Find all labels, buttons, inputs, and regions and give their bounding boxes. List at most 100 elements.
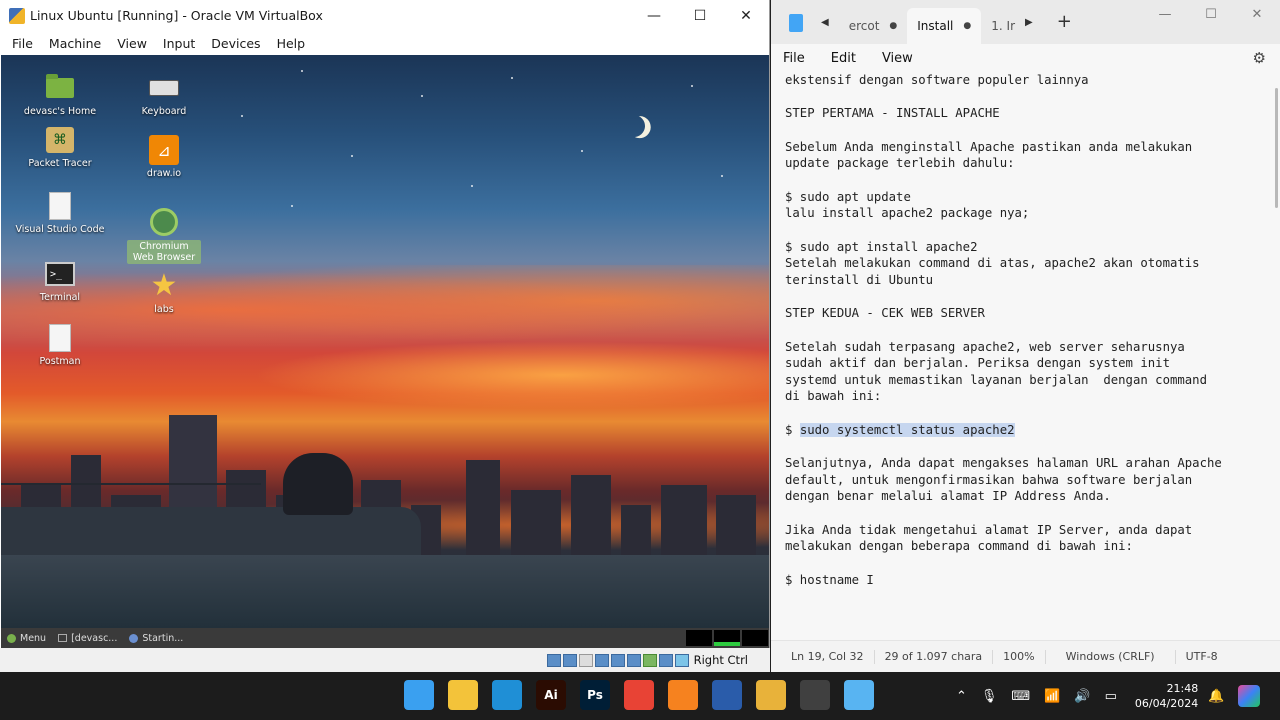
folder-icon: [46, 74, 74, 98]
maximize-button[interactable]: ☐: [677, 0, 723, 31]
menu-input[interactable]: Input: [155, 36, 203, 51]
line-ending[interactable]: Windows (CRLF): [1046, 649, 1176, 664]
tab-scroll-left-icon[interactable]: ◀: [821, 17, 829, 28]
text-line: [785, 505, 1270, 522]
workspace-switcher[interactable]: [686, 630, 712, 646]
tab-install[interactable]: Install ●: [907, 8, 982, 44]
virtualbox-app-icon: [9, 7, 25, 24]
display-icon[interactable]: [642, 653, 657, 667]
settings-gear-icon[interactable]: ⚙: [1253, 49, 1266, 67]
text-line: di bawah ini:: [785, 389, 882, 404]
copilot-icon[interactable]: [1238, 685, 1261, 707]
tab-1[interactable]: 1. Ir: [981, 8, 1025, 44]
microphone-icon[interactable]: 🎙: [981, 689, 998, 704]
edge-icon[interactable]: [492, 680, 522, 710]
menu-devices[interactable]: Devices: [203, 36, 268, 51]
encoding[interactable]: UTF-8: [1176, 650, 1228, 664]
virtualbox-menubar: File Machine View Input Devices Help: [0, 31, 769, 55]
obs-icon[interactable]: [800, 680, 830, 710]
virtualbox-statusbar: Right Ctrl: [0, 648, 770, 672]
desktop-icon-chromium[interactable]: Chromium Web Browser: [119, 207, 209, 264]
network-icon[interactable]: [594, 653, 609, 667]
wifi-icon[interactable]: 📶: [1044, 689, 1060, 704]
desktop-icon-vscode[interactable]: Visual Studio Code: [15, 191, 105, 235]
desktop-icon-labs[interactable]: ★ labs: [119, 271, 209, 316]
text-line: terinstall di Ubuntu: [785, 272, 934, 287]
guest-task-starting[interactable]: Startin...: [123, 633, 189, 644]
audio-icon[interactable]: [578, 653, 593, 667]
battery-icon[interactable]: ▭: [1105, 689, 1117, 704]
desktop-icon-postman[interactable]: Postman: [15, 323, 105, 367]
text-line: $ sudo apt update: [785, 189, 911, 204]
mouse-integration-icon[interactable]: [674, 653, 689, 667]
desktop-icon-drawio[interactable]: ⊿ draw.io: [119, 135, 209, 179]
tab-ercot[interactable]: ercot ●: [839, 8, 908, 44]
notepad-text-area[interactable]: ekstensif dengan software populer lainny…: [785, 72, 1270, 632]
document-icon: [49, 192, 71, 220]
text-line: $ sudo systemctl status apache2: [785, 422, 1270, 439]
chevron-up-icon[interactable]: ⌃: [956, 689, 967, 704]
text-line: [785, 555, 1270, 572]
text-line: [785, 89, 1270, 106]
terminal-icon: >_: [45, 262, 75, 286]
workspace-switcher[interactable]: [714, 630, 740, 646]
chrome-icon[interactable]: [624, 680, 654, 710]
menu-machine[interactable]: Machine: [41, 36, 109, 51]
ledge-decoration: [1, 507, 421, 557]
windows-taskbar: Ai Ps ⌃ 🎙 ⌨ 📶 🔊 ▭ 21:48 06/04/2024 🔔: [0, 672, 1280, 720]
window-title: Linux Ubuntu [Running] - Oracle VM Virtu…: [30, 8, 323, 23]
text-line: dengan benar melalui alamat IP Address A…: [785, 489, 1111, 504]
notepad-menu-file[interactable]: File: [775, 51, 813, 66]
desktop-icon-keyboard[interactable]: Keyboard: [119, 73, 209, 117]
optical-drive-icon[interactable]: [562, 653, 577, 667]
virtualbox-titlebar[interactable]: Linux Ubuntu [Running] - Oracle VM Virtu…: [0, 0, 769, 31]
menu-help[interactable]: Help: [269, 36, 314, 51]
text-line: STEP KEDUA - CEK WEB SERVER: [785, 306, 985, 321]
xampp-icon[interactable]: [668, 680, 698, 710]
guest-menu-button[interactable]: Menu: [1, 633, 52, 644]
photoshop-icon[interactable]: Ps: [580, 680, 610, 710]
notepad-maximize-button[interactable]: ☐: [1188, 7, 1234, 22]
hard-disk-icon[interactable]: [546, 653, 561, 667]
new-tab-button[interactable]: +: [1057, 11, 1072, 32]
tab-scroll-right-icon[interactable]: ▶: [1025, 17, 1033, 28]
volume-icon[interactable]: 🔊: [1074, 689, 1090, 704]
text-line: ekstensif dengan software populer lainny…: [785, 73, 1089, 87]
shared-folder-icon[interactable]: [626, 653, 641, 667]
illustrator-icon[interactable]: Ai: [536, 680, 566, 710]
desktop-icon-terminal[interactable]: >_ Terminal: [15, 259, 105, 303]
notepad-menu-edit[interactable]: Edit: [823, 51, 864, 66]
notepad-close-button[interactable]: ✕: [1234, 7, 1280, 22]
menu-view[interactable]: View: [109, 36, 155, 51]
text-line: melakukan dengan beberapa command di baw…: [785, 539, 1133, 554]
minimize-button[interactable]: —: [631, 0, 677, 31]
guest-desktop[interactable]: devasc's Home Keyboard ⌘ Packet Tracer ⊿…: [1, 55, 769, 628]
desktop-icon-home[interactable]: devasc's Home: [15, 73, 105, 117]
notepad-icon[interactable]: [844, 680, 874, 710]
notepad-minimize-button[interactable]: —: [1142, 7, 1188, 22]
paint-icon[interactable]: [756, 680, 786, 710]
zoom-level[interactable]: 100%: [993, 649, 1046, 664]
virtualbox-icon[interactable]: [712, 680, 742, 710]
recording-icon[interactable]: [658, 653, 673, 667]
host-key-label: Right Ctrl: [693, 653, 748, 667]
windows-start-icon[interactable]: [404, 680, 434, 710]
text-line: [785, 438, 1270, 455]
guest-task-files[interactable]: [devasc...: [52, 633, 123, 644]
clock[interactable]: 21:48 06/04/2024: [1135, 681, 1198, 711]
notification-bell-icon[interactable]: 🔔: [1208, 689, 1224, 704]
text-line: sudah aktif dan berjalan. Periksa dengan…: [785, 356, 1170, 371]
desktop-icon-packet-tracer[interactable]: ⌘ Packet Tracer: [15, 125, 105, 169]
vertical-scrollbar[interactable]: [1275, 88, 1278, 208]
close-button[interactable]: ✕: [723, 0, 769, 31]
usb-icon[interactable]: [610, 653, 625, 667]
file-explorer-icon[interactable]: [448, 680, 478, 710]
keyboard-icon[interactable]: ⌨: [1011, 689, 1030, 704]
packet-tracer-icon: ⌘: [46, 127, 74, 153]
workspace-switcher[interactable]: [742, 630, 768, 646]
notepad-menu-view[interactable]: View: [874, 51, 921, 66]
menu-file[interactable]: File: [4, 36, 41, 51]
drawio-icon: ⊿: [149, 135, 179, 165]
silhouette-decoration: [283, 453, 353, 515]
text-line: [785, 322, 1270, 339]
